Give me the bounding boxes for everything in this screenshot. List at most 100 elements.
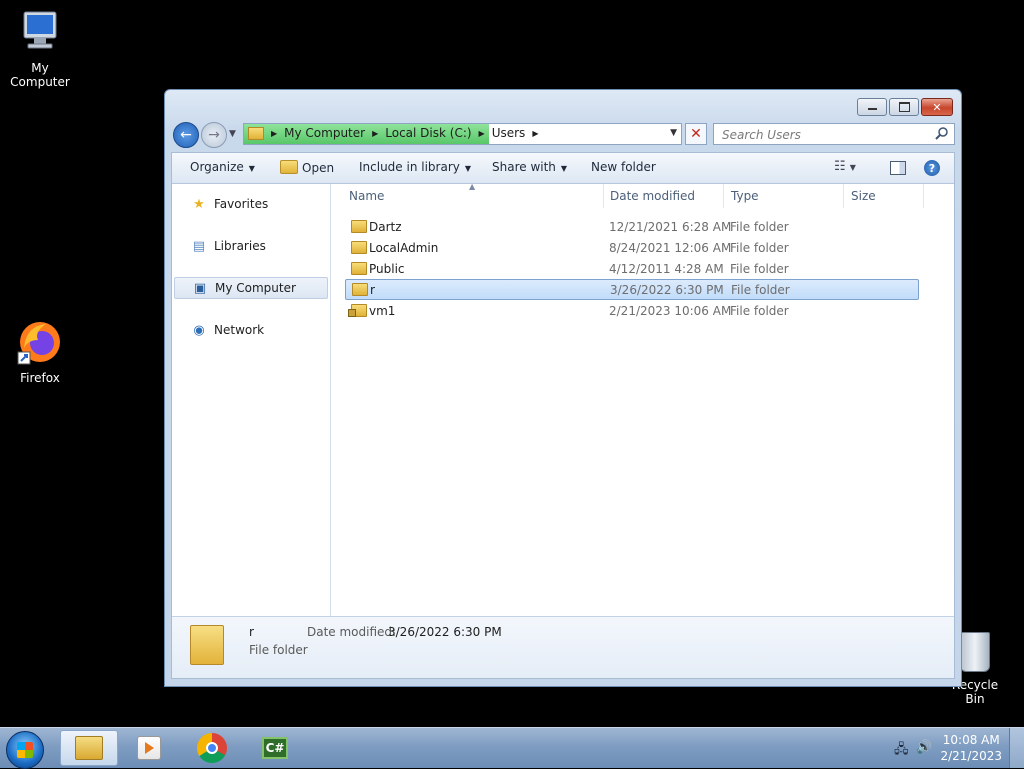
search-input[interactable] (720, 126, 924, 144)
nav-label: My Computer (215, 281, 296, 295)
file-row[interactable]: Dartz 12/21/2021 6:28 AM File folder (345, 216, 919, 237)
volume-icon[interactable]: 🔊 (916, 740, 932, 755)
details-pane: r File folder Date modified: 3/26/2022 6… (172, 616, 954, 678)
taskbar-app-media-player[interactable] (120, 730, 178, 766)
close-icon: ✕ (690, 126, 702, 142)
column-divider[interactable] (923, 184, 924, 208)
open-button[interactable]: Open (280, 160, 334, 175)
show-desktop-button[interactable] (1009, 728, 1024, 768)
chevron-down-icon: ▼ (560, 164, 568, 173)
computer-icon: ▣ (193, 280, 207, 296)
close-icon: ✕ (932, 100, 942, 114)
nav-libraries[interactable]: ▤ Libraries (174, 235, 328, 257)
share-with-button[interactable]: Share with ▼ (492, 160, 567, 174)
maximize-button[interactable] (889, 98, 919, 116)
clock[interactable]: 10:08 AM 2/21/2023 (940, 732, 1002, 764)
clock-time: 10:08 AM (942, 733, 1000, 747)
details-date-label: Date modified: (307, 625, 397, 639)
stop-button[interactable]: ✕ (685, 123, 707, 145)
nav-label: Favorites (214, 197, 269, 211)
file-row[interactable]: LocalAdmin 8/24/2021 12:06 AM File folde… (345, 237, 919, 258)
file-row[interactable]: vm1 2/21/2023 10:06 AM File folder (345, 300, 919, 321)
breadcrumb-item[interactable]: My Computer (284, 126, 365, 140)
system-tray: 🖧 🔊 10:08 AM 2/21/2023 (884, 728, 1024, 768)
folder-icon (351, 241, 367, 254)
column-name[interactable]: Name (349, 189, 384, 203)
clock-date: 2/21/2023 (940, 749, 1002, 763)
share-label: Share with (492, 160, 556, 174)
chevron-down-icon: ▼ (849, 163, 856, 172)
preview-pane-icon[interactable] (890, 161, 906, 175)
forward-button[interactable]: → (201, 122, 227, 148)
help-icon[interactable]: ? (924, 160, 940, 176)
breadcrumb-item[interactable]: Users (492, 126, 526, 140)
column-type[interactable]: Type (731, 189, 759, 203)
explorer-window: ✕ ← → ▼ ▶ My Computer ▶ Local Disk (C:) … (164, 89, 962, 687)
taskbar-app-csharp[interactable]: C# (246, 730, 304, 766)
recent-pages-dropdown[interactable]: ▼ (229, 129, 236, 139)
views-button[interactable]: ☷ ▼ (834, 159, 856, 174)
address-bar[interactable]: ▶ My Computer ▶ Local Disk (C:) ▶ Users … (243, 123, 682, 145)
file-date: 2/21/2023 10:06 AM (609, 303, 732, 318)
column-divider[interactable] (723, 184, 724, 208)
windows-logo-icon (17, 742, 33, 758)
chevron-right-icon[interactable]: ▶ (529, 129, 541, 138)
folder-icon (351, 262, 367, 275)
close-button[interactable]: ✕ (921, 98, 953, 116)
chevron-right-icon[interactable]: ▶ (476, 129, 488, 138)
folder-icon (352, 283, 368, 296)
breadcrumb-item[interactable]: Local Disk (C:) (385, 126, 471, 140)
file-name: vm1 (369, 303, 396, 318)
caption-buttons: ✕ (857, 98, 953, 116)
column-divider[interactable] (603, 184, 604, 208)
taskbar-app-chrome[interactable] (183, 730, 241, 766)
address-dropdown-icon[interactable]: ▼ (670, 128, 677, 138)
desktop-icon-firefox[interactable]: Firefox (0, 318, 80, 385)
folder-icon (190, 625, 224, 665)
file-date: 8/24/2021 12:06 AM (609, 240, 732, 255)
column-headers: ▲ Name Date modified Type Size (331, 182, 954, 208)
nav-network[interactable]: ◉ Network (174, 319, 328, 341)
library-icon: ▤ (192, 238, 206, 254)
minimize-button[interactable] (857, 98, 887, 116)
file-type: File folder (730, 240, 789, 255)
new-folder-button[interactable]: New folder (591, 160, 656, 174)
chevron-right-icon[interactable]: ▶ (369, 129, 381, 138)
start-button[interactable] (6, 731, 44, 769)
file-explorer-icon (75, 736, 103, 760)
chevron-down-icon: ▼ (464, 164, 472, 173)
address-row: ← → ▼ ▶ My Computer ▶ Local Disk (C:) ▶ … (173, 122, 955, 148)
nav-my-computer[interactable]: ▣ My Computer (174, 277, 328, 299)
column-date[interactable]: Date modified (610, 189, 695, 203)
file-name: r (370, 282, 375, 297)
back-button[interactable]: ← (173, 122, 199, 148)
include-in-library-button[interactable]: Include in library ▼ (359, 160, 471, 174)
taskbar-app-explorer[interactable] (60, 730, 118, 766)
chevron-right-icon[interactable]: ▶ (268, 129, 280, 138)
media-player-icon (137, 736, 161, 760)
desktop-icon-my-computer[interactable]: My Computer (0, 8, 80, 89)
nav-favorites[interactable]: ★ Favorites (174, 193, 328, 215)
file-name: Dartz (369, 219, 402, 234)
search-box[interactable] (713, 123, 955, 145)
file-row[interactable]: Public 4/12/2011 4:28 AM File folder (345, 258, 919, 279)
details-type: File folder (249, 643, 308, 657)
file-type: File folder (730, 303, 789, 318)
details-date-value: 3/26/2022 6:30 PM (388, 625, 502, 639)
search-icon[interactable] (934, 126, 950, 142)
arrow-left-icon: ← (180, 127, 192, 143)
sort-ascending-icon: ▲ (469, 182, 476, 191)
details-name: r (249, 625, 254, 639)
chevron-down-icon: ▼ (248, 164, 255, 173)
column-divider[interactable] (843, 184, 844, 208)
column-size[interactable]: Size (851, 189, 876, 203)
folder-icon (248, 126, 264, 140)
minimize-icon (867, 108, 877, 110)
file-row-selected[interactable]: r 3/26/2022 6:30 PM File folder (345, 279, 919, 300)
file-name: Public (369, 261, 405, 276)
network-icon[interactable]: 🖧 (894, 740, 909, 762)
desktop-icon-label: Firefox (20, 371, 60, 385)
organize-button[interactable]: Organize ▼ (190, 160, 255, 174)
chrome-icon (197, 733, 227, 763)
list-view-icon: ☷ (834, 159, 846, 174)
